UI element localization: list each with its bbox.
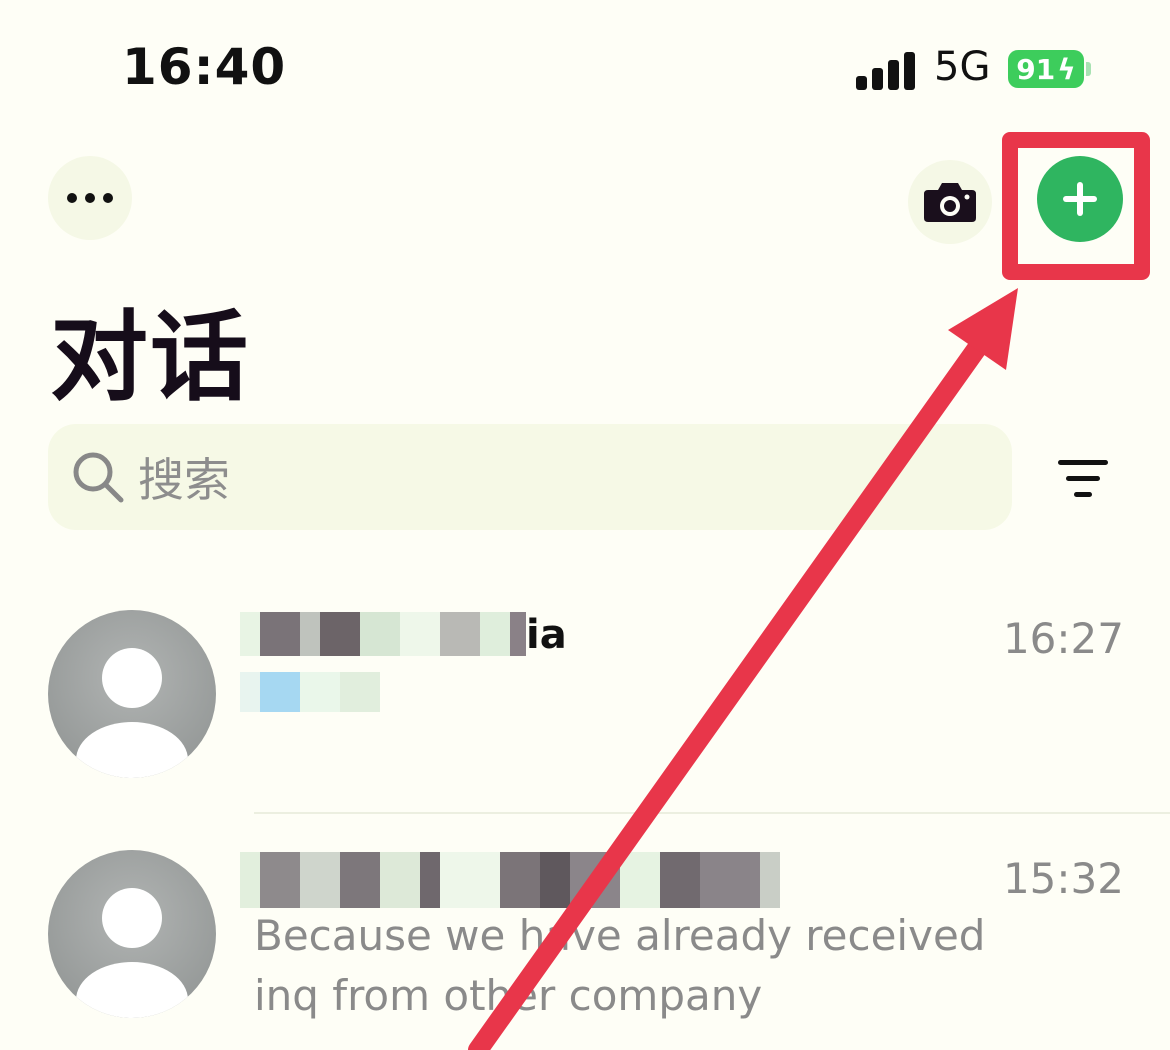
conversation-item[interactable]: Because we have already received inq fro…	[0, 840, 1170, 1050]
default-avatar-icon	[76, 888, 188, 1018]
avatar	[48, 610, 216, 778]
camera-icon	[924, 183, 976, 222]
avatar	[48, 850, 216, 1018]
default-avatar-icon	[76, 648, 188, 778]
page-title: 对话	[50, 301, 251, 415]
battery-indicator: 91 ϟ	[1008, 50, 1084, 88]
search-placeholder: 搜索	[138, 453, 230, 507]
battery-level: 91	[1016, 52, 1056, 86]
status-time: 16:40	[122, 38, 287, 96]
search-icon	[73, 452, 124, 503]
conversation-preview: Because we have already received inq fro…	[254, 911, 986, 1020]
divider	[254, 812, 1170, 814]
ellipsis-icon	[67, 193, 113, 203]
filter-button[interactable]	[1052, 456, 1114, 504]
app-screen: 16:40 5G 91 ϟ 对话 搜索 ia 16:27 Because we …	[0, 0, 1170, 1050]
filter-icon	[1058, 460, 1108, 497]
conversation-time: 15:32	[1002, 854, 1124, 903]
battery-cap	[1086, 62, 1091, 76]
redacted-name	[240, 852, 780, 908]
conversation-time: 16:27	[1002, 614, 1124, 663]
redacted-name	[240, 612, 526, 656]
camera-button[interactable]	[908, 160, 992, 244]
more-button[interactable]	[48, 156, 132, 240]
redacted-preview	[240, 672, 380, 712]
conversation-name: ia	[526, 612, 567, 658]
charging-icon: ϟ	[1057, 52, 1076, 86]
network-type: 5G	[934, 44, 991, 90]
conversation-item[interactable]: ia 16:27	[0, 600, 1170, 800]
search-input[interactable]: 搜索	[48, 424, 1012, 530]
signal-icon	[856, 50, 916, 90]
annotation-highlight-box	[1002, 132, 1150, 280]
